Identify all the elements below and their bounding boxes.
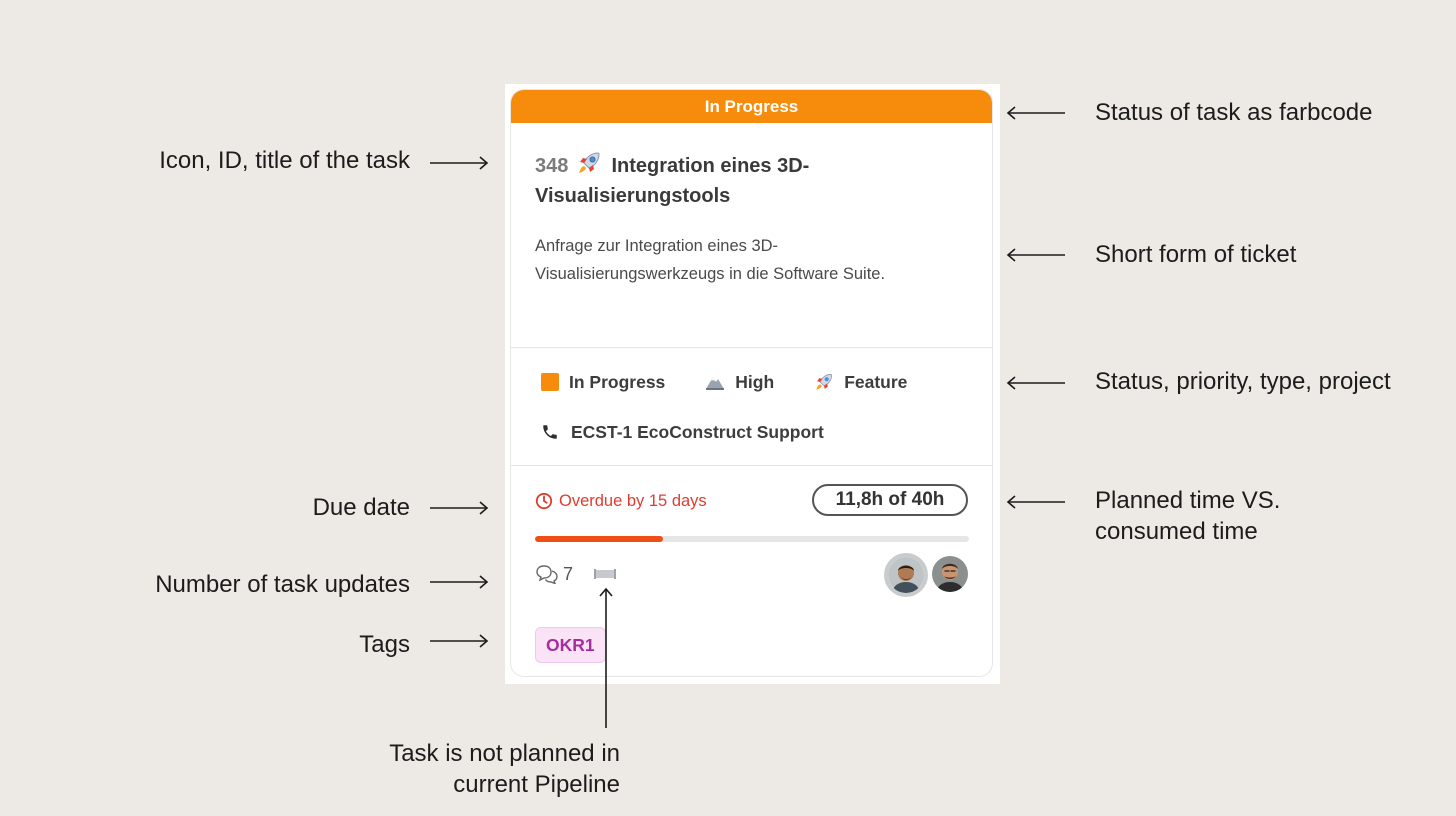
arrow-left-icon (1006, 495, 1065, 509)
rocket-icon (814, 372, 834, 392)
divider (511, 347, 992, 348)
arrow-right-icon (430, 501, 489, 515)
phone-icon (541, 423, 559, 441)
status-header: In Progress (511, 90, 992, 123)
time-summary-pill[interactable]: 11,8h of 40h (812, 484, 968, 516)
type-label: Feature (844, 371, 908, 392)
tag-okr1[interactable]: OKR1 (535, 627, 606, 663)
annotation-updates: Number of task updates (155, 571, 410, 598)
arrow-left-icon (1006, 248, 1065, 262)
annotation-title: Icon, ID, title of the task (159, 147, 410, 174)
divider (511, 465, 992, 466)
due-date[interactable]: Overdue by 15 days (535, 489, 707, 513)
annotation-pipeline-line2: current Pipeline (453, 771, 620, 798)
arrow-up-icon (599, 587, 613, 728)
arrow-right-icon (430, 156, 489, 170)
priority-property[interactable]: High (705, 372, 774, 393)
comments-icon[interactable] (535, 564, 559, 584)
task-card[interactable]: In Progress 348 Integration eines 3D-Vis… (510, 89, 993, 677)
arrow-right-icon (430, 575, 489, 589)
meta-row: 7 (535, 562, 617, 586)
time-progress-fill (535, 536, 664, 542)
annotation-pipeline-line1: Task is not planned in (389, 740, 620, 767)
task-description: Anfrage zur Integration eines 3D-Visuali… (535, 237, 886, 283)
time-progress-bar (535, 536, 969, 542)
avatar[interactable] (884, 553, 928, 597)
mountain-icon (705, 373, 725, 391)
updates-count: 7 (563, 563, 574, 584)
type-property[interactable]: Feature (814, 372, 907, 393)
clock-icon (535, 492, 553, 510)
status-label: In Progress (569, 371, 666, 392)
annotation-properties: Status, priority, type, project (1095, 368, 1391, 395)
pipeline-icon (593, 567, 617, 581)
properties-row: In Progress High Feature (541, 369, 947, 395)
project-property[interactable]: ECST-1 EcoConstruct Support (541, 419, 824, 445)
due-date-label: Overdue by 15 days (559, 491, 707, 510)
arrow-left-icon (1006, 106, 1065, 120)
annotation-pipeline: Task is not planned in current Pipeline (320, 738, 620, 800)
annotation-short-form: Short form of ticket (1095, 241, 1297, 268)
task-id: 348 (535, 155, 569, 177)
status-property[interactable]: In Progress (541, 372, 665, 393)
annotation-tags: Tags (359, 631, 410, 658)
annotation-status-color: Status of task as farbcode (1095, 99, 1373, 126)
priority-label: High (735, 371, 775, 392)
annotation-time-line2: consumed time (1095, 518, 1258, 545)
annotation-time-line1: Planned time VS. (1095, 487, 1281, 514)
arrow-left-icon (1006, 376, 1065, 390)
avatar[interactable] (932, 556, 968, 592)
task-title-block[interactable]: 348 Integration eines 3D-Visualisierungs… (535, 150, 855, 211)
arrow-right-icon (430, 634, 489, 648)
project-label: ECST-1 EcoConstruct Support (571, 421, 824, 442)
annotation-due-date: Due date (312, 494, 410, 521)
status-square-icon (541, 373, 559, 391)
annotation-time: Planned time VS. consumed time (1095, 485, 1280, 547)
rocket-icon (576, 150, 602, 176)
